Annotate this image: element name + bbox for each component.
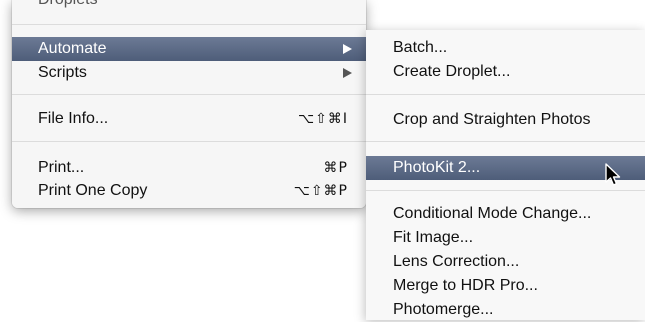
menu-item-label: File Info... (38, 110, 109, 127)
menu-item-label: Droplets (38, 0, 98, 12)
menu-item-label: Batch... (393, 39, 448, 56)
menu-item-label: Merge to HDR Pro... (393, 277, 538, 294)
submenu-arrow-icon (343, 68, 352, 78)
submenu-item-conditional-mode-change[interactable]: Conditional Mode Change... (366, 202, 645, 226)
menu-item-label: Print... (38, 159, 85, 176)
menu-item-label: PhotoKit 2... (393, 159, 481, 176)
menu-item-label: Create Droplet... (393, 63, 511, 80)
menu-item-label: Print One Copy (38, 182, 148, 199)
menu-item-automate[interactable]: Automate (12, 37, 366, 61)
submenu-item-lens-correction[interactable]: Lens Correction... (366, 250, 645, 274)
menu-item-label: Scripts (38, 64, 87, 81)
menu-separator (366, 190, 645, 191)
menu-item-label: Photomerge... (393, 301, 494, 318)
menu-separator (366, 141, 645, 142)
submenu-item-batch[interactable]: Batch... (366, 36, 645, 60)
file-menu-dropdown: Droplets Automate Scripts File Info... ⌥… (12, 0, 366, 208)
menu-item-label: Fit Image... (393, 229, 474, 246)
menu-separator (366, 94, 645, 95)
menu-item-print-one-copy[interactable]: Print One Copy ⌥⇧⌘P (12, 179, 366, 203)
menu-item-label: Lens Correction... (393, 253, 520, 270)
keyboard-shortcut: ⌥⇧⌘P (293, 183, 348, 199)
menu-separator (12, 94, 366, 95)
submenu-item-create-droplet[interactable]: Create Droplet... (366, 60, 645, 84)
submenu-item-photomerge[interactable]: Photomerge... (366, 298, 645, 322)
menu-item-file-info[interactable]: File Info... ⌥⇧⌘I (12, 107, 366, 131)
mouse-cursor-icon (605, 163, 621, 186)
submenu-item-crop-straighten[interactable]: Crop and Straighten Photos (366, 108, 645, 132)
keyboard-shortcut: ⌥⇧⌘I (298, 111, 348, 127)
menu-item-scripts[interactable]: Scripts (12, 61, 366, 85)
submenu-arrow-icon (343, 44, 352, 54)
menu-separator (12, 24, 366, 25)
menu-item-label: Automate (38, 40, 107, 57)
submenu-item-fit-image[interactable]: Fit Image... (366, 226, 645, 250)
submenu-item-merge-hdr[interactable]: Merge to HDR Pro... (366, 274, 645, 298)
menu-item-partial-top[interactable]: Droplets (12, 0, 366, 12)
menu-item-print[interactable]: Print... ⌘P (12, 156, 366, 180)
menu-separator (12, 141, 366, 142)
keyboard-shortcut: ⌘P (323, 160, 348, 176)
menu-item-label: Crop and Straighten Photos (393, 111, 591, 128)
menu-item-label: Conditional Mode Change... (393, 205, 592, 222)
